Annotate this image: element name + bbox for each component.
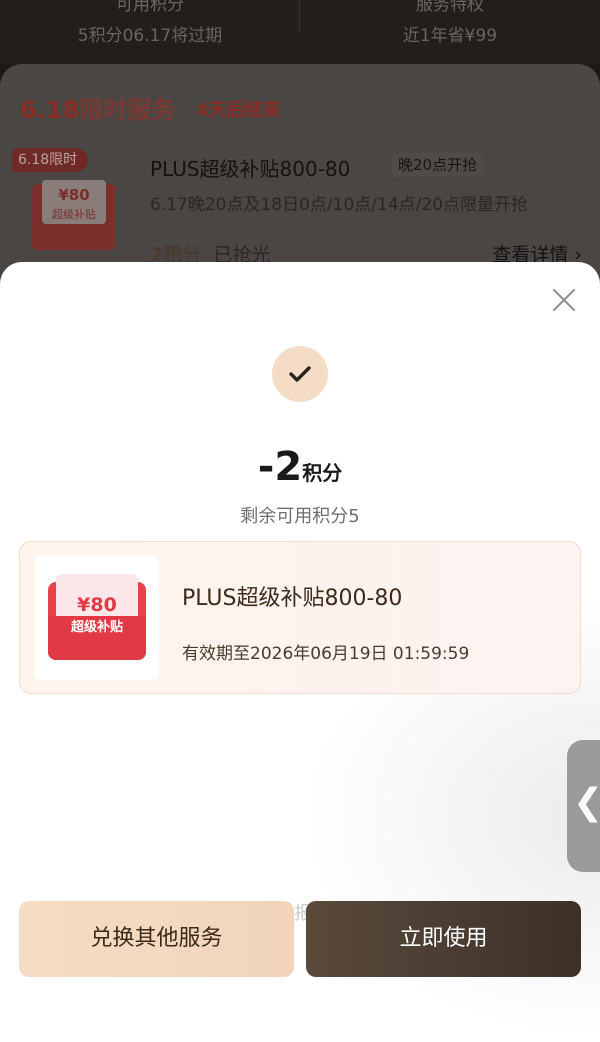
voucher-thumbnail: ¥80 超级补贴	[34, 556, 159, 680]
points-expiry-note: 5积分06.17将过期	[77, 26, 223, 46]
points-summary-bar: 可用积分 5积分06.17将过期 服务特权 近1年省¥99	[0, 0, 600, 64]
available-points-label: 可用积分	[116, 0, 184, 15]
success-check-icon	[272, 346, 328, 402]
deducted-number: -2	[257, 444, 303, 490]
use-now-button[interactable]: 立即使用	[306, 901, 581, 977]
limited-tag: 6.18限时	[12, 148, 88, 172]
voucher-amount: ¥80	[77, 594, 117, 616]
voucher-label: 超级补贴	[70, 620, 123, 635]
redeem-other-button[interactable]: 兑换其他服务	[19, 901, 294, 977]
voucher-title: PLUS超级补贴800-80	[182, 586, 403, 611]
voucher-card[interactable]: ¥80 超级补贴 PLUS超级补贴800-80 有效期至2026年06月19日 …	[19, 541, 581, 694]
red-envelope-thumbnail: ¥80 超级补贴	[24, 174, 124, 254]
available-points-column[interactable]: 可用积分 5积分06.17将过期	[0, 0, 300, 64]
privileges-label: 服务特权	[416, 0, 484, 15]
deducted-unit: 积分	[302, 461, 343, 485]
chevron-left-icon: ❮	[573, 782, 600, 823]
privileges-column[interactable]: 服务特权 近1年省¥99	[300, 0, 600, 64]
close-icon[interactable]	[552, 288, 576, 312]
points-deducted: -2积分	[0, 444, 600, 490]
section-countdown: 4天后结束	[196, 100, 281, 121]
start-time-badge: 晚20点开抢	[392, 153, 484, 177]
side-drawer-handle[interactable]: ❮	[567, 740, 600, 872]
redeem-success-sheet: -2积分 剩余可用积分5 ¥80 超级补贴 PLUS超级补贴800-80 有效期…	[0, 262, 600, 1042]
voucher-validity: 有效期至2026年06月19日 01:59:59	[182, 644, 470, 664]
savings-note: 近1年省¥99	[402, 26, 498, 46]
service-description: 6.17晚20点及18日0点/10点/14点/20点限量开抢	[150, 195, 529, 215]
remaining-points: 剩余可用积分5	[240, 506, 360, 527]
section-title: 6.18限时服务	[20, 96, 176, 124]
service-title: PLUS超级补贴800-80	[150, 157, 351, 181]
